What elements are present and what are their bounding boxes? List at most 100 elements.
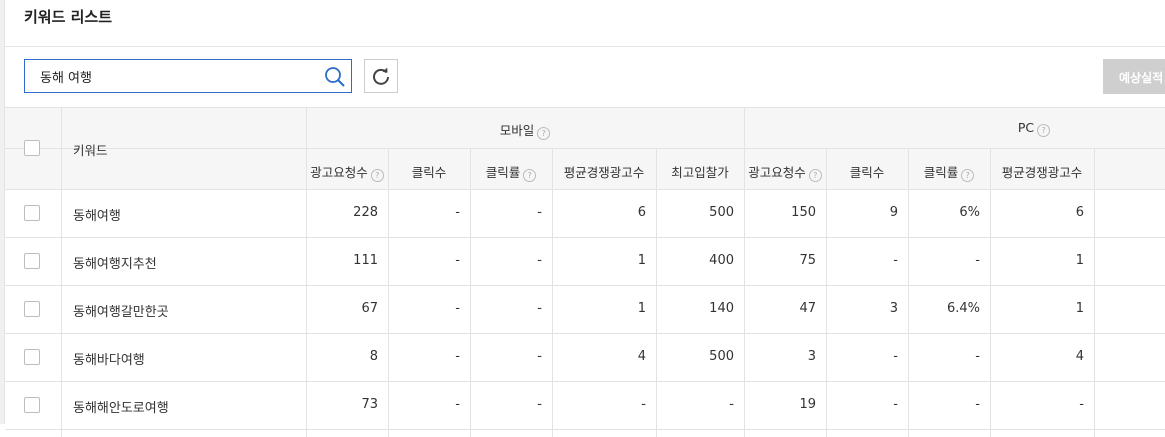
column-header-label: 광고요청수 <box>748 165 806 180</box>
metric-cell: 6 <box>1075 205 1084 220</box>
metric-cell: 228 <box>353 205 378 220</box>
row-divider <box>5 107 1165 108</box>
column-header-label: 클릭수 <box>849 165 885 180</box>
column-header-label: 평균경쟁광고수 <box>1001 165 1083 180</box>
keyword-cell[interactable]: 동해해안도로여행 <box>73 397 169 416</box>
column-header-keyword: 키워드 <box>73 143 108 158</box>
table-row[interactable]: 동해여행갈만한곳 67 - - 1 140 47 3 6.4% 1 <box>5 285 1165 333</box>
column-group-pc: PC? <box>744 120 1165 137</box>
help-icon[interactable]: ? <box>961 169 975 182</box>
metric-cell: 500 <box>709 349 734 364</box>
help-icon[interactable]: ? <box>523 169 537 182</box>
metric-cell: 4 <box>1075 349 1084 364</box>
row-checkbox[interactable] <box>24 301 40 317</box>
metric-cell: - <box>537 397 542 412</box>
metric-cell: - <box>537 301 542 316</box>
mobile-label: 모바일 <box>499 123 535 138</box>
metric-cell: - <box>455 397 460 412</box>
metric-cell: - <box>455 301 460 316</box>
row-checkbox[interactable] <box>24 349 40 365</box>
keyword-table: 키워드 모바일? PC? 광고요청수? 클릭수 클릭률? 평균경쟁광고수 최고입찰가 광고… <box>5 107 1165 437</box>
row-divider <box>5 429 1165 430</box>
table-row[interactable]: 동해여행 228 - - 6 500 150 9 6% 6 <box>5 189 1165 237</box>
metric-cell: 150 <box>791 205 816 220</box>
metric-cell: 4 <box>637 349 646 364</box>
column-header-mobile-2[interactable]: 클릭률? <box>470 162 552 182</box>
column-header-label: 클릭수 <box>411 165 447 180</box>
column-header-pc-5[interactable]: 광고요청수? <box>744 162 826 182</box>
metric-cell: 1 <box>637 253 646 268</box>
metric-cell: - <box>975 253 980 268</box>
column-header-mobile-3[interactable]: 평균경쟁광고수 <box>552 162 656 181</box>
column-header-pc-7[interactable]: 클릭률? <box>908 162 990 182</box>
help-icon[interactable]: ? <box>1037 124 1051 137</box>
metric-cell: 140 <box>709 301 734 316</box>
metric-cell: 19 <box>799 397 816 412</box>
search-input[interactable] <box>25 60 330 92</box>
metric-cell: - <box>893 397 898 412</box>
column-header-label: 클릭률 <box>923 165 959 180</box>
metric-cell: 67 <box>361 301 378 316</box>
search-icon[interactable] <box>324 66 346 88</box>
refresh-icon <box>373 67 389 85</box>
metric-cell: - <box>455 349 460 364</box>
metric-cell: - <box>537 253 542 268</box>
keyword-cell[interactable]: 동해여행 <box>73 205 121 224</box>
help-icon[interactable]: ? <box>808 169 822 182</box>
metric-cell: 47 <box>799 301 816 316</box>
column-header-mobile-4[interactable]: 최고입찰가 <box>656 162 744 181</box>
select-all-checkbox[interactable] <box>24 140 40 156</box>
metric-cell: - <box>537 205 542 220</box>
column-header-mobile-1[interactable]: 클릭수 <box>388 162 470 181</box>
metric-cell: - <box>641 397 646 412</box>
metric-cell: 6% <box>959 205 980 220</box>
metric-cell: 75 <box>799 253 816 268</box>
metric-cell: 9 <box>889 205 898 220</box>
column-group-mobile: 모바일? <box>306 120 744 140</box>
metric-cell: 3 <box>807 349 816 364</box>
metric-cell: - <box>729 397 734 412</box>
column-header-pc-6[interactable]: 클릭수 <box>826 162 908 181</box>
table-row[interactable]: 동해바다여행 8 - - 4 500 3 - - 4 <box>5 333 1165 381</box>
metric-cell: 111 <box>353 253 378 268</box>
pc-label: PC <box>1017 120 1035 135</box>
metric-cell: - <box>893 253 898 268</box>
metric-cell: 1 <box>637 301 646 316</box>
column-header-label: 광고요청수 <box>310 165 368 180</box>
table-row[interactable]: 동해해안도로여행 73 - - - - 19 - - - <box>5 381 1165 429</box>
keyword-cell[interactable]: 동해여행지추천 <box>73 253 157 272</box>
column-header-label: 평균경쟁광고수 <box>563 165 645 180</box>
row-divider <box>5 148 1165 149</box>
search-box <box>24 59 352 93</box>
metric-cell: 1 <box>1075 253 1084 268</box>
keyword-cell[interactable]: 동해바다여행 <box>73 349 145 368</box>
estimate-button[interactable]: 예상실적 <box>1103 59 1165 94</box>
metric-cell: - <box>455 253 460 268</box>
help-icon[interactable]: ? <box>370 169 384 182</box>
column-header-label: 클릭률 <box>485 165 521 180</box>
column-header-label: 최고입찰가 <box>671 165 729 180</box>
title-divider <box>5 46 1165 47</box>
column-header-mobile-0[interactable]: 광고요청수? <box>306 162 388 182</box>
page-title: 키워드 리스트 <box>24 8 113 26</box>
metric-cell: 73 <box>361 397 378 412</box>
table-row[interactable]: 동해여행지추천 111 - - 1 400 75 - - 1 <box>5 237 1165 285</box>
row-checkbox[interactable] <box>24 253 40 269</box>
metric-cell: 8 <box>369 349 378 364</box>
row-checkbox[interactable] <box>24 205 40 221</box>
metric-cell: 6 <box>637 205 646 220</box>
metric-cell: - <box>893 349 898 364</box>
metric-cell: - <box>455 205 460 220</box>
metric-cell: - <box>1079 397 1084 412</box>
column-header-pc-8[interactable]: 평균경쟁광고수 <box>990 162 1094 181</box>
refresh-button[interactable] <box>364 59 398 93</box>
metric-cell: - <box>975 397 980 412</box>
row-checkbox[interactable] <box>24 397 40 413</box>
metric-cell: 6.4% <box>946 301 980 316</box>
metric-cell: - <box>537 349 542 364</box>
metric-cell: - <box>975 349 980 364</box>
metric-cell: 1 <box>1075 301 1084 316</box>
help-icon[interactable]: ? <box>537 127 551 140</box>
metric-cell: 500 <box>709 205 734 220</box>
keyword-cell[interactable]: 동해여행갈만한곳 <box>73 301 169 320</box>
